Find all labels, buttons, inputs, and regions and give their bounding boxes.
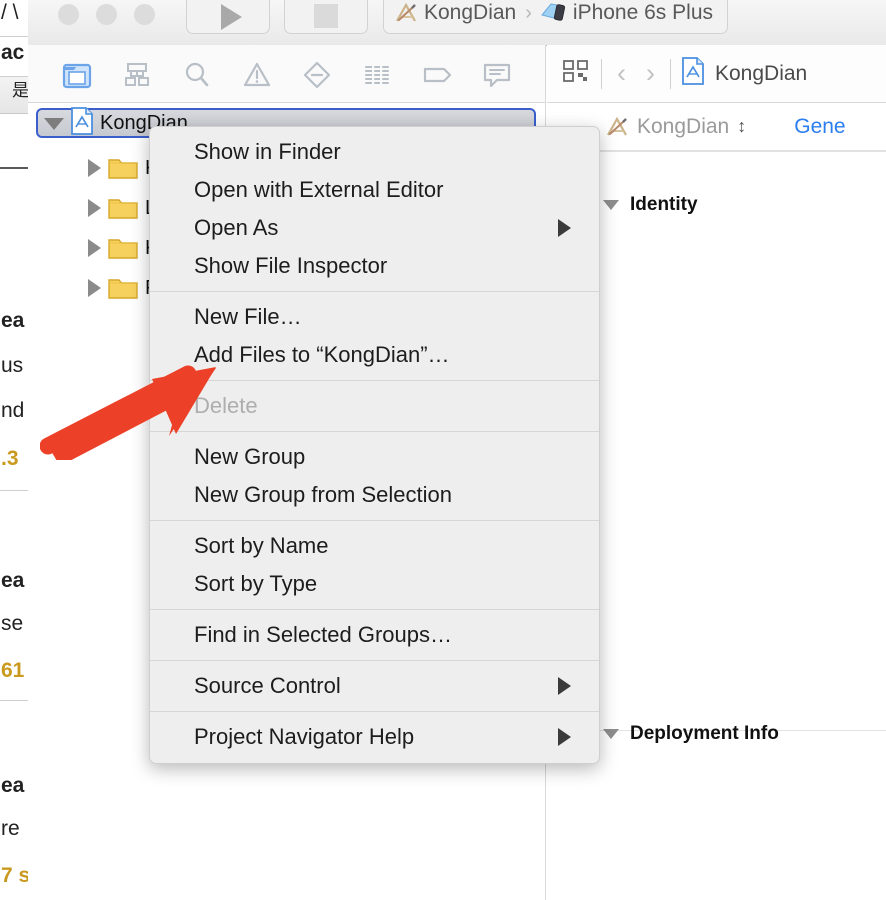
menu-item-label: New Group from Selection [194,482,452,507]
menu-separator [150,711,599,712]
back-button[interactable]: ‹ [612,60,631,87]
menu-item-label: Delete [194,393,258,418]
jump-bar-target-label: KongDian [637,114,730,138]
menu-item-label: Sort by Type [194,571,318,596]
toolbar-divider [670,58,671,89]
breakpoint-navigator-icon[interactable] [420,59,454,91]
disclosure-triangle-closed-icon[interactable] [88,279,101,297]
menu-item-label: Open As [194,215,279,240]
scheme-destination-label: iPhone 6s Plus [572,1,713,24]
menu-item-label: Add Files to “KongDian”… [194,342,450,367]
submenu-arrow-icon [558,728,571,746]
window-titlebar: KongDian › iPhone 6s Plus [28,0,886,46]
menu-separator [150,291,599,292]
menu-item-label: Open with External Editor [194,177,444,202]
menu-item-open-as[interactable]: Open As [150,209,599,247]
menu-separator [150,520,599,521]
navigator-toolbar [28,45,546,103]
submenu-arrow-icon [558,677,571,695]
disclosure-triangle-closed-icon[interactable] [88,239,101,257]
menu-item-label: New File… [194,304,302,329]
menu-item-sort-by-name[interactable]: Sort by Name [150,527,599,565]
project-navigator-context-menu[interactable]: Show in Finder Open with External Editor… [149,126,600,764]
disclosure-triangle-open-icon[interactable] [44,118,64,130]
close-window-button[interactable] [58,4,79,25]
section-identity[interactable]: Identity [603,194,698,216]
folder-icon [108,276,138,300]
chevron-right-icon: › [525,1,532,24]
menu-item-project-navigator-help[interactable]: Project Navigator Help [150,718,599,756]
stop-icon [314,4,338,28]
menu-item-delete: Delete [150,387,599,425]
test-navigator-icon[interactable] [300,59,334,91]
menu-item-show-in-finder[interactable]: Show in Finder [150,133,599,171]
folder-icon [108,236,138,260]
menu-item-label: Project Navigator Help [194,724,415,749]
menu-item-sort-by-type[interactable]: Sort by Type [150,565,599,603]
menu-item-new-group-from-selection[interactable]: New Group from Selection [150,476,599,514]
minimize-window-button[interactable] [96,4,117,25]
run-button[interactable] [186,0,270,34]
debug-navigator-icon[interactable] [360,59,394,91]
disclosure-triangle-closed-icon[interactable] [88,199,101,217]
menu-item-add-files-to-project[interactable]: Add Files to “KongDian”… [150,336,599,374]
section-identity-title: Identity [630,194,698,215]
chevron-up-down-icon[interactable]: ↕ [737,117,746,135]
menu-item-label: Source Control [194,673,341,698]
menu-item-open-with-external-editor[interactable]: Open with External Editor [150,171,599,209]
hierarchy-navigator-icon[interactable] [120,59,154,91]
report-navigator-icon[interactable] [480,59,514,91]
menu-separator [150,660,599,661]
menu-item-show-file-inspector[interactable]: Show File Inspector [150,247,599,285]
xcode-project-file-icon [681,57,705,90]
folder-icon [108,156,138,180]
tab-general[interactable]: Gene [794,115,845,139]
folder-icon [108,196,138,220]
section-deployment-info[interactable]: Deployment Info [603,723,779,745]
device-icon [541,2,567,24]
menu-item-find-in-selected-groups[interactable]: Find in Selected Groups… [150,616,599,654]
play-icon [221,4,242,30]
disclosure-triangle-open-icon[interactable] [603,200,619,210]
menu-item-label: Find in Selected Groups… [194,622,453,647]
find-navigator-icon[interactable] [180,59,214,91]
xcode-project-file-icon [70,106,94,140]
xcode-project-icon [394,2,418,24]
maximize-window-button[interactable] [134,4,155,25]
menu-separator [150,609,599,610]
editor-document-title: KongDian [715,61,808,85]
menu-separator [150,380,599,381]
menu-item-new-group[interactable]: New Group [150,438,599,476]
menu-item-new-file[interactable]: New File… [150,298,599,336]
editor-toolbar: ‹ › KongDian [547,45,886,103]
menu-item-label: Show File Inspector [194,253,388,278]
menu-item-label: New Group [194,444,306,469]
related-items-icon[interactable] [561,57,591,90]
menu-item-label: Show in Finder [194,139,341,164]
disclosure-triangle-open-icon[interactable] [603,729,619,739]
menu-item-label: Sort by Name [194,533,329,558]
xcode-target-icon [605,116,629,138]
stop-button[interactable] [284,0,368,34]
menu-separator [150,431,599,432]
section-deployment-info-title: Deployment Info [630,723,779,744]
project-navigator-icon[interactable] [60,59,94,91]
scheme-breadcrumb[interactable]: KongDian › iPhone 6s Plus [383,0,728,34]
issue-navigator-icon[interactable] [240,59,274,91]
forward-button[interactable]: › [641,60,660,87]
toolbar-divider [601,58,602,89]
disclosure-triangle-closed-icon[interactable] [88,159,101,177]
submenu-arrow-icon [558,219,571,237]
scheme-project-label: KongDian [424,1,517,24]
menu-item-source-control[interactable]: Source Control [150,667,599,705]
